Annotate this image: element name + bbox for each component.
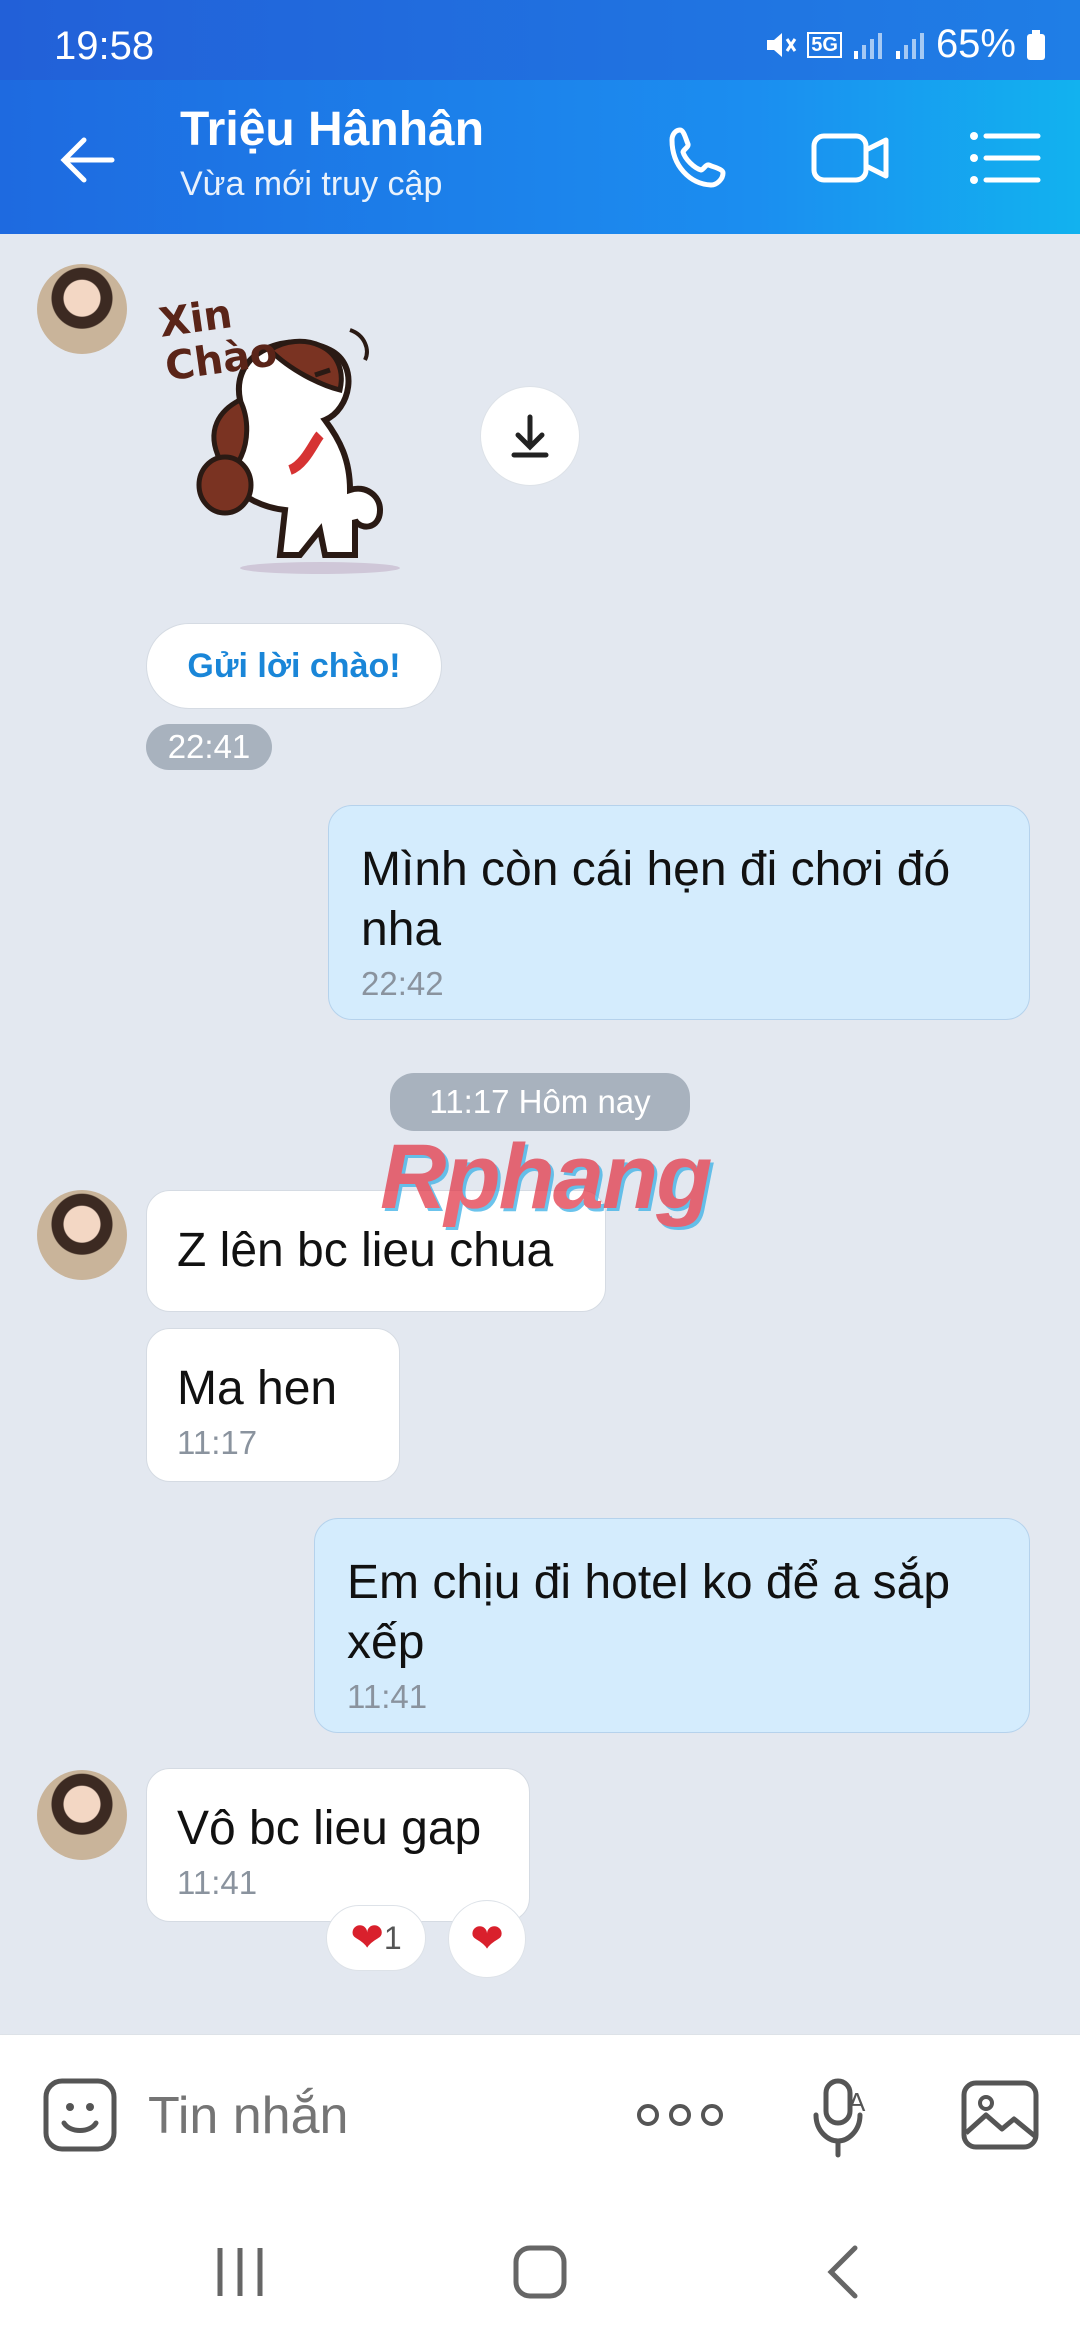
date-divider-label: 11:17 Hôm nay — [429, 1083, 651, 1120]
message-time: 22:41 — [167, 728, 251, 765]
status-bar: 19:58 5G 65% — [0, 0, 1080, 80]
svg-text:A: A — [848, 2087, 866, 2117]
more-dots-icon[interactable] — [636, 2095, 724, 2135]
voice-text-icon[interactable]: A — [806, 2075, 876, 2159]
recent-apps-icon[interactable] — [210, 2242, 270, 2302]
reaction-summary[interactable]: ❤ 1 — [326, 1905, 426, 1971]
message-bubble-outgoing[interactable]: Mình còn cái hẹn đi chơi đó nha 22:42 — [328, 805, 1030, 1020]
system-nav-bar — [0, 2194, 1080, 2340]
message-bubble-outgoing[interactable]: Em chịu đi hotel ko để a sắp xếp 11:41 — [314, 1518, 1030, 1733]
home-icon[interactable] — [510, 2242, 570, 2302]
message-bubble-incoming[interactable]: Ma hen 11:17 — [146, 1328, 400, 1482]
signal-icon-2 — [895, 32, 924, 59]
greeting-label: Gửi lời chào! — [187, 646, 401, 685]
battery-percent: 65% — [935, 22, 1016, 66]
greeting-button[interactable]: Gửi lời chào! — [146, 623, 442, 709]
message-bubble-incoming[interactable]: Vô bc lieu gap 11:41 — [146, 1768, 530, 1922]
react-button[interactable]: ❤ — [448, 1900, 526, 1978]
download-button[interactable] — [480, 386, 580, 486]
message-text: Z lên bc lieu chua — [177, 1224, 554, 1277]
emoji-icon[interactable] — [42, 2077, 118, 2153]
message-time: 11:17 — [177, 1424, 258, 1461]
arrow-left-icon[interactable] — [56, 128, 120, 192]
chat-header: Triệu Hânhân Vừa mới truy cập — [0, 80, 1080, 234]
status-icons: 5G 65% — [763, 22, 1046, 67]
signal-icon — [853, 32, 882, 59]
reaction-count: 1 — [383, 1919, 402, 1956]
heart-icon: ❤ — [470, 1917, 504, 1961]
message-time-pill: 22:41 — [146, 724, 272, 770]
contact-status: Vừa mới truy cập — [180, 165, 443, 203]
mute-icon — [767, 32, 797, 57]
avatar[interactable] — [37, 1770, 127, 1860]
date-divider: 11:17 Hôm nay — [390, 1073, 690, 1131]
message-input-bar: A — [0, 2034, 1080, 2195]
watermark: Rphang — [380, 1126, 712, 1228]
message-time: 11:41 — [347, 1678, 428, 1715]
status-time: 19:58 — [54, 24, 155, 68]
message-time: 22:42 — [361, 965, 444, 1002]
image-icon[interactable] — [960, 2075, 1040, 2155]
contact-name[interactable]: Triệu Hânhân — [180, 102, 484, 157]
avatar[interactable] — [37, 264, 127, 354]
message-text: Vô bc lieu gap — [177, 1802, 482, 1855]
nav-back-icon[interactable] — [815, 2242, 875, 2302]
download-icon — [511, 414, 549, 458]
sticker[interactable]: Xin Chào — [150, 290, 450, 580]
message-text: Ma hen — [177, 1362, 338, 1415]
heart-icon: ❤ — [350, 1916, 384, 1960]
list-menu-icon[interactable] — [966, 120, 1042, 196]
message-time: 11:41 — [177, 1864, 258, 1901]
message-input[interactable] — [146, 2073, 590, 2159]
avatar[interactable] — [37, 1190, 127, 1280]
network-type: 5G — [807, 31, 842, 58]
phone-icon[interactable] — [660, 120, 736, 196]
video-camera-icon[interactable] — [810, 120, 892, 196]
message-text: Mình còn cái hẹn đi chơi đó nha — [361, 843, 951, 956]
message-text: Em chịu đi hotel ko để a sắp xếp — [347, 1556, 951, 1669]
sticker-text: Xin Chào — [156, 287, 280, 390]
battery-icon — [1027, 29, 1045, 60]
